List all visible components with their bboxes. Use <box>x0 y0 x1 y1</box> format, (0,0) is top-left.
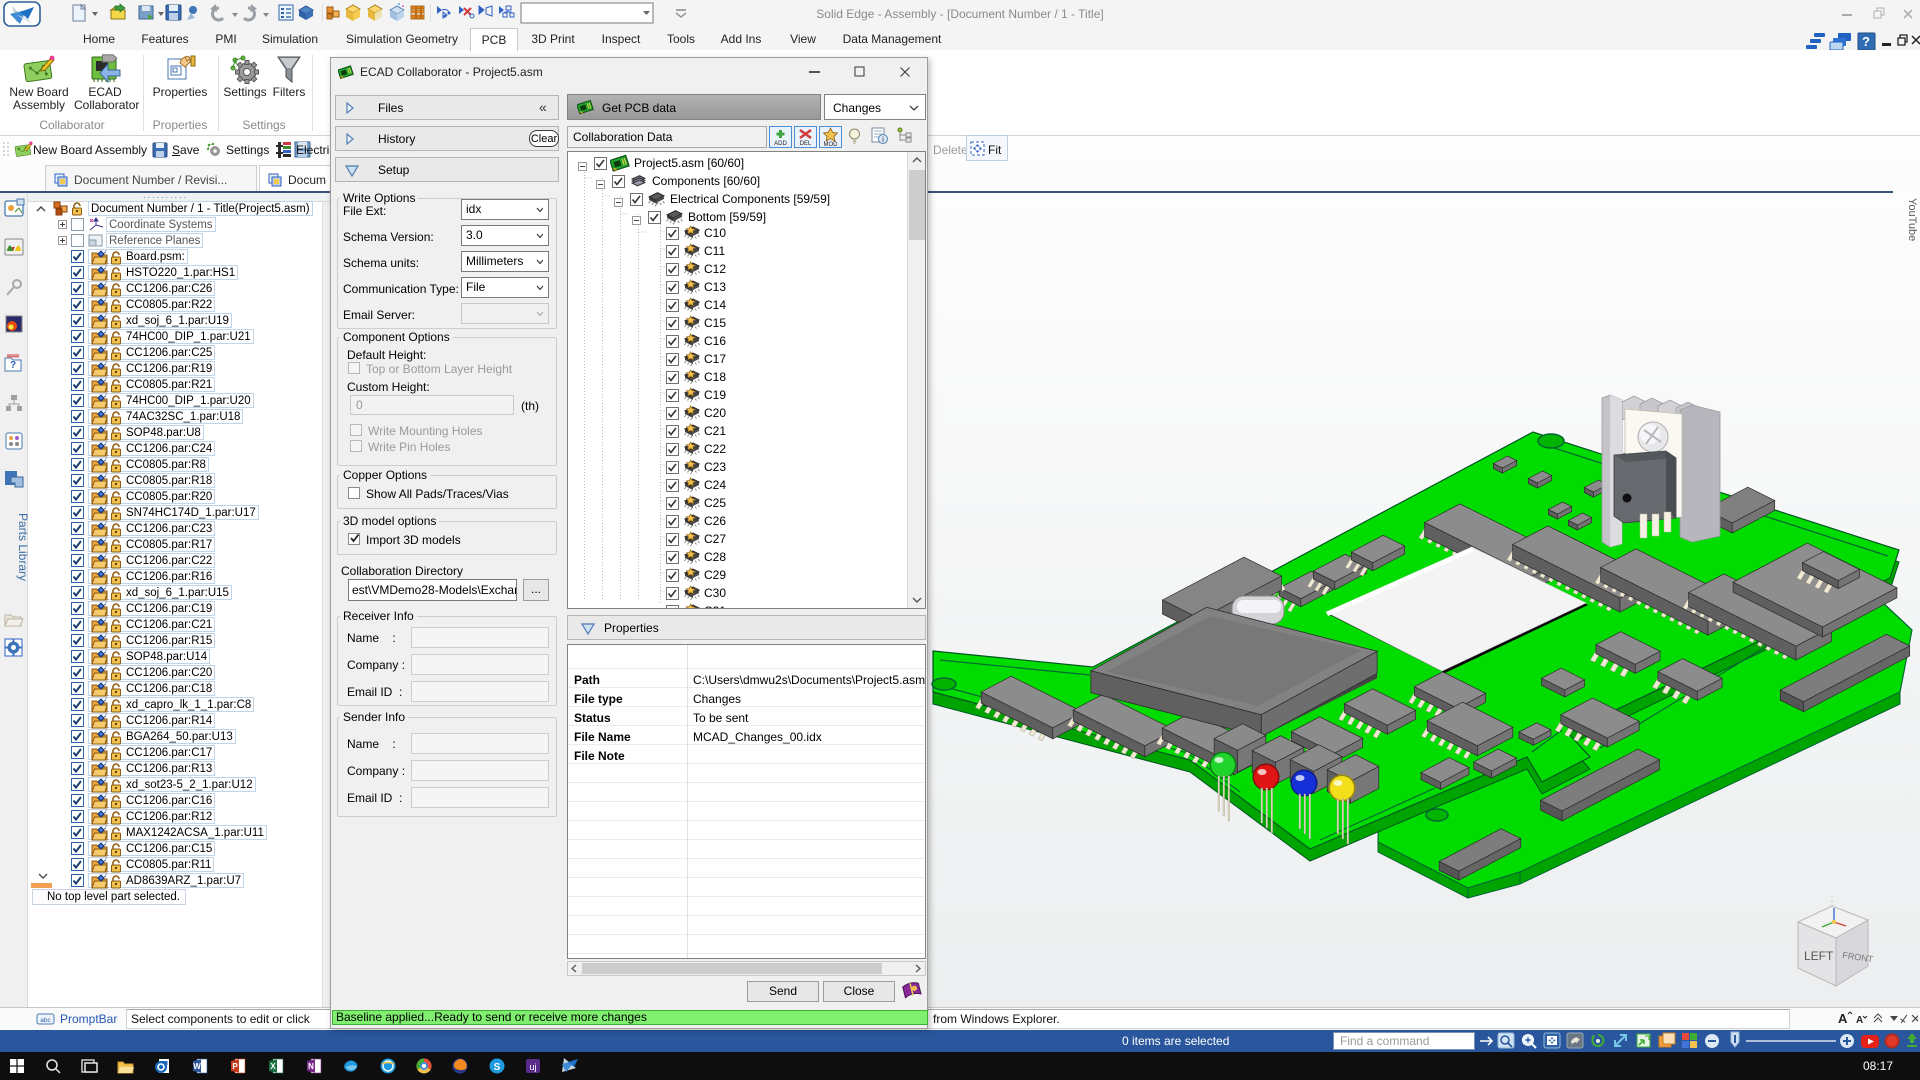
svg-text:S: S <box>494 1062 501 1073</box>
svg-text:DEL: DEL <box>800 141 812 147</box>
svg-text:N: N <box>308 1062 314 1071</box>
svg-text:ADD: ADD <box>774 141 787 147</box>
svg-text:?: ? <box>1862 34 1870 49</box>
svg-text:W: W <box>193 1062 201 1071</box>
svg-text:A: A <box>1856 1015 1863 1026</box>
svg-text:P: P <box>232 1062 238 1071</box>
svg-text:LEFT: LEFT <box>1804 949 1834 963</box>
svg-text:abc: abc <box>40 1017 51 1024</box>
svg-text:X: X <box>270 1062 276 1071</box>
svg-text:?: ? <box>10 360 16 371</box>
svg-text:MOD: MOD <box>824 142 839 147</box>
svg-text:uj: uj <box>529 1062 536 1072</box>
svg-text:A: A <box>1838 1011 1848 1026</box>
svg-text:i: i <box>882 135 884 144</box>
svg-text:Parts Library: Parts Library <box>16 513 28 581</box>
